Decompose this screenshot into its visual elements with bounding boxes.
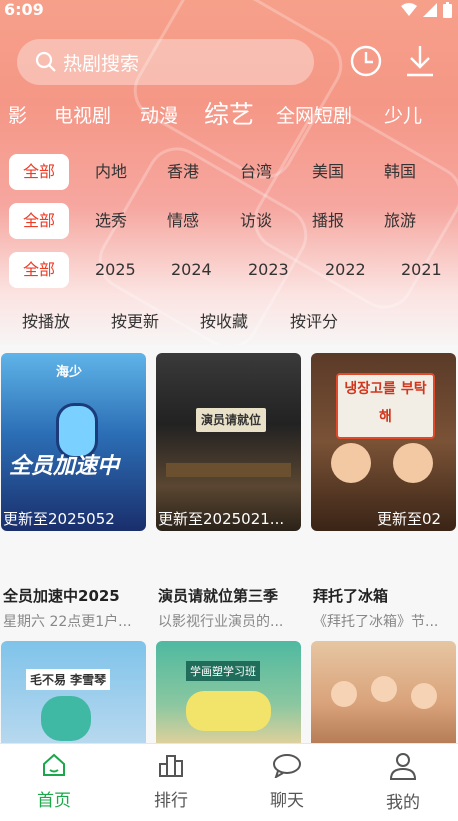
category-tab[interactable]: 全网短剧: [276, 101, 352, 128]
filter-row-type: 全部 选秀 情感 访谈 播报 旅游: [0, 203, 458, 239]
tab-profile[interactable]: 我的: [363, 752, 443, 813]
show-title: 拜托了冰箱: [313, 587, 389, 605]
filter-chip[interactable]: 旅游: [384, 203, 416, 239]
show-card[interactable]: 学画塑学习班: [156, 641, 301, 746]
search-input[interactable]: 热剧搜索: [17, 39, 314, 85]
show-card[interactable]: 毛不易 李雪琴: [1, 641, 146, 746]
tab-ranking[interactable]: 排行: [131, 752, 211, 811]
status-bar: 6:09: [0, 0, 458, 24]
filter-chip[interactable]: 2021: [401, 252, 442, 288]
tab-label: 我的: [386, 793, 420, 813]
poster-face: [371, 676, 397, 702]
sort-option[interactable]: 按更新: [111, 308, 159, 332]
filter-chip[interactable]: 美国: [312, 154, 344, 190]
poster-image: 냉장고를 부탁해 更新至02: [311, 353, 456, 531]
category-tab[interactable]: 动漫: [140, 101, 178, 128]
tab-home[interactable]: 首页: [14, 752, 94, 811]
show-subtitle: 《拜托了冰箱》节...: [313, 614, 439, 630]
status-time: 6:09: [4, 0, 44, 19]
search-icon: [35, 51, 56, 72]
filter-row-year: 全部 2025 2024 2023 2022 2021: [0, 252, 458, 288]
poster-table: [166, 463, 291, 477]
filter-chip[interactable]: 2022: [325, 252, 366, 288]
wifi-icon: [401, 3, 417, 16]
show-title: 演员请就位第三季: [158, 587, 279, 605]
poster-logo-text: 全员加速中: [9, 454, 120, 479]
update-badge: 更新至2025052: [3, 510, 115, 528]
category-tab-active[interactable]: 综艺: [204, 95, 254, 131]
show-title: 全员加速中2025: [3, 587, 120, 605]
filter-chip[interactable]: 内地: [95, 154, 127, 190]
poster-image: 演员请就位 更新至2025021...: [156, 353, 301, 531]
poster-figure: [41, 696, 91, 741]
poster-face: [331, 443, 371, 483]
sort-options: 按播放 按更新 按收藏 按评分: [0, 300, 458, 338]
filter-chip[interactable]: 2024: [171, 252, 212, 288]
sort-option[interactable]: 按收藏: [200, 308, 248, 332]
filter-chip[interactable]: 香港: [167, 154, 199, 190]
filter-chip[interactable]: 韩国: [384, 154, 416, 190]
poster-sign: 演员请就位: [196, 408, 266, 432]
sort-option[interactable]: 按评分: [290, 308, 338, 332]
filter-chip[interactable]: 选秀: [95, 203, 127, 239]
update-badge: 更新至02: [377, 510, 442, 528]
filter-chip[interactable]: 情感: [167, 203, 199, 239]
poster-face: [411, 683, 437, 709]
poster-brand: 海少: [56, 365, 83, 380]
update-badge: 更新至2025021...: [158, 510, 285, 528]
show-card[interactable]: [311, 641, 456, 746]
category-tab[interactable]: 电视剧: [54, 101, 111, 128]
chat-icon: [273, 754, 301, 780]
tab-label: 首页: [37, 791, 71, 811]
history-icon[interactable]: [349, 44, 383, 78]
filter-chip-selected[interactable]: 全部: [9, 154, 69, 190]
poster-face: [393, 443, 433, 483]
poster-sign: 냉장고를 부탁해: [336, 373, 435, 439]
poster-caption: 学画塑学习班: [186, 661, 260, 681]
tab-chat[interactable]: 聊天: [247, 752, 327, 811]
tab-label: 聊天: [270, 791, 304, 811]
filter-chip[interactable]: 2023: [248, 252, 289, 288]
filter-chip-selected[interactable]: 全部: [9, 203, 69, 239]
poster-image: 全员加速中 海少 更新至2025052: [1, 353, 146, 531]
home-icon: [43, 753, 65, 776]
ranking-icon: [159, 755, 183, 777]
show-subtitle: 星期六 22点更1户...: [3, 614, 132, 630]
filter-chip[interactable]: 2025: [95, 252, 136, 288]
battery-icon: [443, 2, 452, 18]
status-icons: [401, 2, 452, 18]
filter-chip[interactable]: 台湾: [240, 154, 272, 190]
category-tab[interactable]: 少儿: [384, 101, 422, 128]
profile-icon: [389, 753, 417, 780]
category-tab[interactable]: 影: [8, 101, 27, 128]
poster-figure: [186, 691, 271, 731]
tab-label: 排行: [154, 791, 188, 811]
poster-face: [331, 681, 357, 707]
search-placeholder: 热剧搜索: [63, 52, 140, 75]
filter-chip-selected[interactable]: 全部: [9, 252, 69, 288]
filter-row-region: 全部 内地 香港 台湾 美国 韩国: [0, 154, 458, 190]
content-grid: 全员加速中 海少 更新至2025052 全员加速中2025 星期六 22点更1户…: [0, 345, 458, 746]
filter-chip[interactable]: 访谈: [240, 203, 272, 239]
download-icon[interactable]: [404, 44, 436, 78]
bottom-tab-bar: 首页 排行 聊天 我的: [0, 743, 458, 821]
poster-caption: 毛不易 李雪琴: [26, 669, 111, 690]
filter-chip[interactable]: 播报: [312, 203, 344, 239]
signal-icon: [423, 3, 437, 17]
sort-option[interactable]: 按播放: [22, 308, 70, 332]
category-tabs: 影 电视剧 动漫 综艺 全网短剧 少儿: [0, 95, 458, 135]
show-subtitle: 以影视行业演员的...: [158, 614, 284, 630]
